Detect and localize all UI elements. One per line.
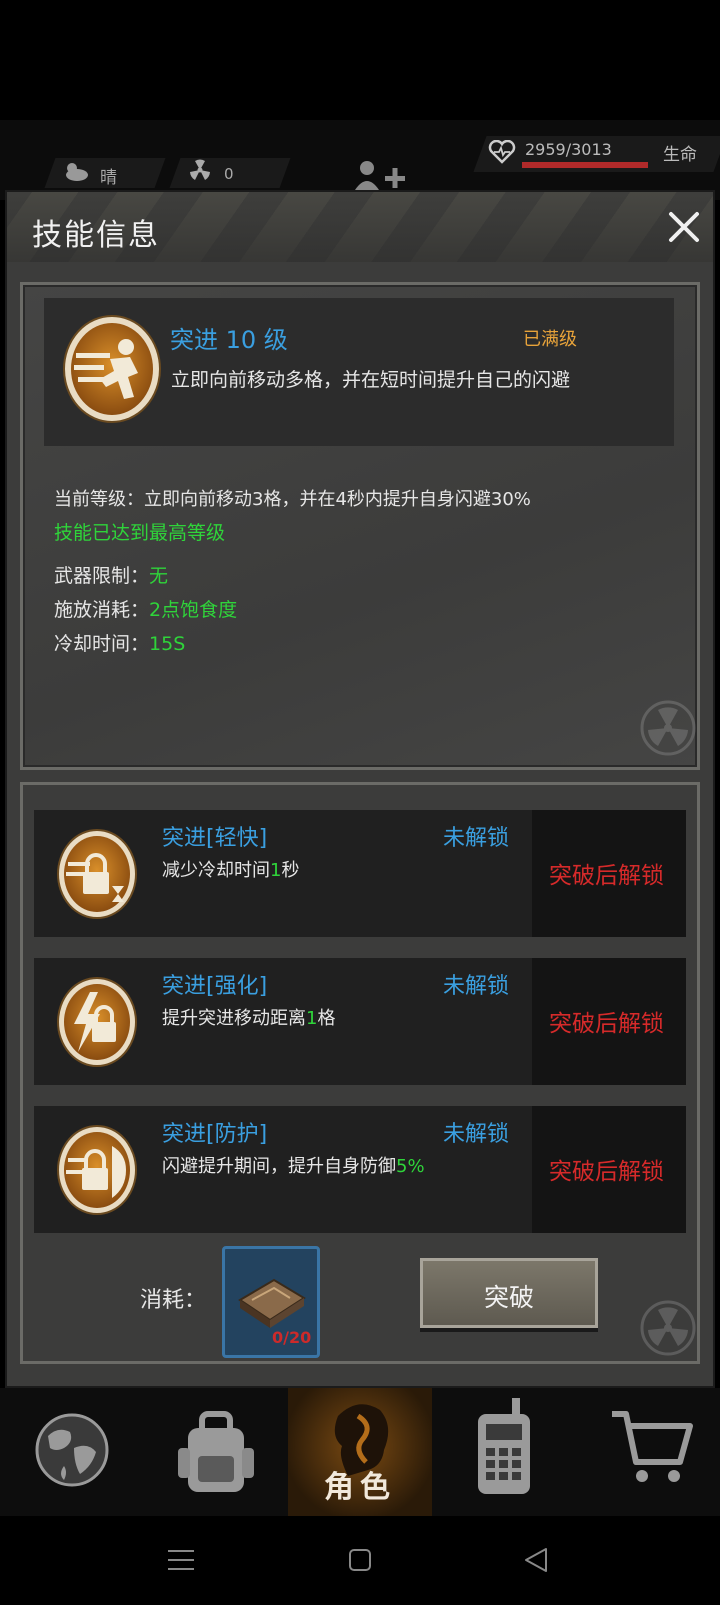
weapon-restriction: 武器限制：无: [54, 561, 168, 588]
talent-unlock-hint: 突破后解锁: [549, 1011, 664, 1037]
skill-maxed-badge: 已满级: [523, 329, 577, 350]
weapon-restriction-value: 无: [149, 565, 169, 587]
skill-book-icon: [238, 1278, 306, 1328]
cost-label: 消耗：: [140, 1288, 207, 1313]
talent-state: 未解锁: [443, 826, 510, 851]
talent-strength-lock-icon: [57, 977, 137, 1067]
talent-desc-value: 5%: [396, 1156, 425, 1177]
weather-sunny-cloud-icon: [66, 163, 88, 181]
talent-description: 减少冷却时间1秒: [162, 856, 299, 882]
cast-cost-label: 施放消耗：: [54, 599, 150, 621]
dash-skill-icon: [63, 315, 161, 423]
talent-desc-text: 减少冷却时间: [162, 860, 270, 881]
cooldown: 冷却时间：15S: [54, 629, 185, 656]
talent-defense-lock-icon: [57, 1125, 137, 1215]
talent-state: 未解锁: [443, 974, 510, 999]
talent-name: 突进[强化]: [162, 974, 268, 999]
talent-unlock-hint: 突破后解锁: [549, 1159, 664, 1185]
close-button[interactable]: [665, 208, 703, 246]
talent-desc-value: 1: [306, 1008, 318, 1029]
talent-cooldown-lock-icon: [57, 829, 137, 919]
cooldown-label: 冷却时间：: [54, 633, 150, 655]
talent-desc-unit: 秒: [281, 860, 300, 881]
hp-value: 2959/3013: [525, 140, 612, 159]
talent-desc-unit: 格: [317, 1008, 336, 1029]
talent-description: 闪避提升期间，提升自身防御5%: [162, 1152, 425, 1178]
talent-desc-text: 闪避提升期间，提升自身防御: [162, 1156, 396, 1177]
talent-name: 突进[防护]: [162, 1122, 268, 1147]
back-icon[interactable]: [524, 1547, 548, 1573]
talent-desc-value: 1: [270, 860, 282, 881]
tab-radio[interactable]: [432, 1388, 576, 1516]
shopping-cart-icon: [612, 1411, 693, 1482]
talent-unlock-hint: 突破后解锁: [549, 863, 664, 889]
current-level-text: 当前等级：立即向前移动3格，并在4秒内提升自身闪避30%: [54, 489, 531, 510]
talent-name: 突进[轻快]: [162, 826, 268, 851]
cooldown-value: 15S: [149, 633, 186, 655]
weather-text: 晴: [100, 168, 117, 188]
hp-bar: [522, 162, 648, 168]
tab-world[interactable]: [0, 1388, 144, 1516]
modal-title: 技能信息: [32, 218, 160, 253]
talent-state: 未解锁: [443, 1122, 510, 1147]
menu-icon[interactable]: [168, 1548, 194, 1572]
radiation-icon: [190, 159, 210, 180]
add-player-icon[interactable]: [355, 160, 410, 190]
breakthrough-button-label: 突破: [483, 1283, 534, 1312]
talent-desc-text: 提升突进移动距离: [162, 1008, 306, 1029]
talent-description: 提升突进移动距离1格: [162, 1004, 335, 1030]
heart-icon: [488, 140, 516, 164]
tab-shop[interactable]: [576, 1388, 720, 1516]
cast-cost: 施放消耗：2点饱食度: [54, 595, 237, 622]
max-level-note: 技能已达到最高等级: [54, 522, 226, 544]
cast-cost-value: 2点饱食度: [149, 599, 238, 621]
cost-item-count: 0/20: [272, 1328, 312, 1347]
tab-character-label: 角色: [324, 1470, 396, 1505]
home-icon[interactable]: [348, 1548, 372, 1572]
weapon-restriction-label: 武器限制：: [54, 565, 150, 587]
radiation-watermark-icon: [640, 700, 696, 756]
globe-icon: [35, 1413, 109, 1487]
radiation-watermark-icon: [640, 1300, 696, 1356]
radiation-value: 0: [224, 165, 234, 183]
tab-backpack[interactable]: [144, 1388, 288, 1516]
walkie-talkie-icon: [478, 1398, 530, 1494]
skill-name: 突进 10 级: [170, 326, 288, 354]
hp-label: 生命: [663, 145, 697, 165]
skill-description: 立即向前移动多格，并在短时间提升自己的闪避: [171, 369, 571, 391]
backpack-icon: [178, 1411, 254, 1492]
